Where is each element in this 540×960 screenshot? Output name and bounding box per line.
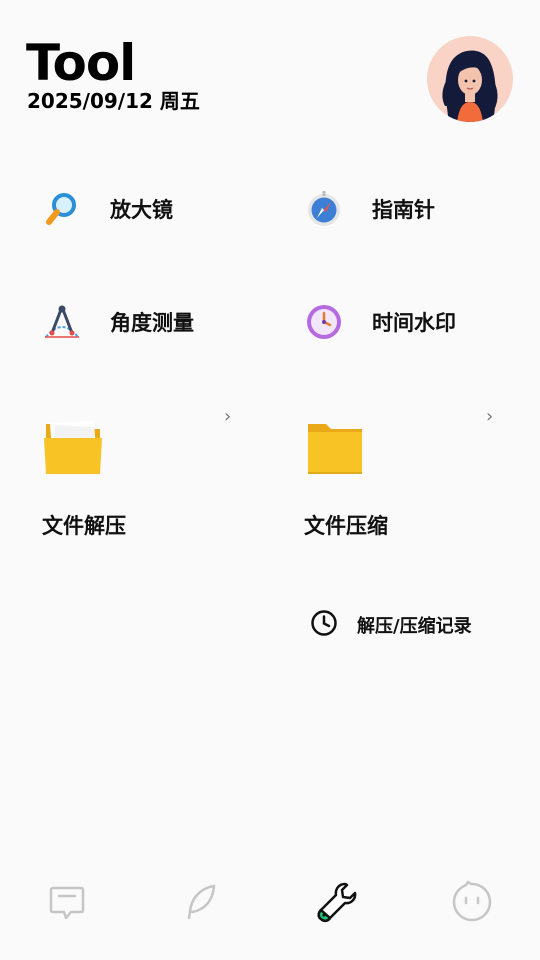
wrench-icon — [317, 882, 357, 923]
avatar[interactable] — [427, 36, 513, 122]
tab-tools[interactable] — [313, 878, 361, 926]
face-icon — [452, 880, 492, 922]
tool-compass[interactable]: 指南针 — [304, 189, 435, 229]
feather-icon — [187, 884, 216, 920]
tab-notes[interactable] — [177, 878, 225, 926]
compass-icon — [304, 189, 344, 229]
message-icon — [49, 886, 85, 920]
tab-me[interactable] — [448, 878, 496, 926]
magnifier-icon — [42, 189, 82, 229]
card-file-extract[interactable]: › 文件解压 — [42, 406, 242, 544]
card-label: 文件解压 — [42, 514, 126, 538]
card-label: 文件压缩 — [304, 514, 388, 538]
tool-label: 角度测量 — [110, 311, 194, 335]
protractor-icon — [42, 302, 82, 342]
tool-label: 放大镜 — [110, 198, 173, 222]
tab-messages[interactable] — [43, 878, 91, 926]
clock-icon — [310, 609, 338, 641]
chevron-right-icon: › — [486, 406, 494, 427]
folder-icon — [304, 414, 366, 480]
tool-magnifier[interactable]: 放大镜 — [42, 189, 173, 229]
page-title: Tool — [26, 34, 136, 92]
tool-time-watermark[interactable]: 时间水印 — [304, 302, 456, 342]
bottom-tab-bar — [0, 878, 540, 928]
tool-angle-measure[interactable]: 角度测量 — [42, 302, 194, 342]
history-label: 解压/压缩记录 — [357, 616, 472, 637]
date-label: 2025/09/12 周五 — [27, 89, 200, 113]
history-link[interactable]: 解压/压缩记录 — [310, 609, 472, 641]
tool-label: 指南针 — [372, 198, 435, 222]
avatar-illustration — [442, 50, 498, 122]
card-file-compress[interactable]: › 文件压缩 — [304, 406, 504, 544]
clock-watermark-icon — [304, 302, 344, 342]
open-folder-icon — [42, 414, 104, 480]
tool-label: 时间水印 — [372, 311, 456, 335]
chevron-right-icon: › — [224, 406, 232, 427]
